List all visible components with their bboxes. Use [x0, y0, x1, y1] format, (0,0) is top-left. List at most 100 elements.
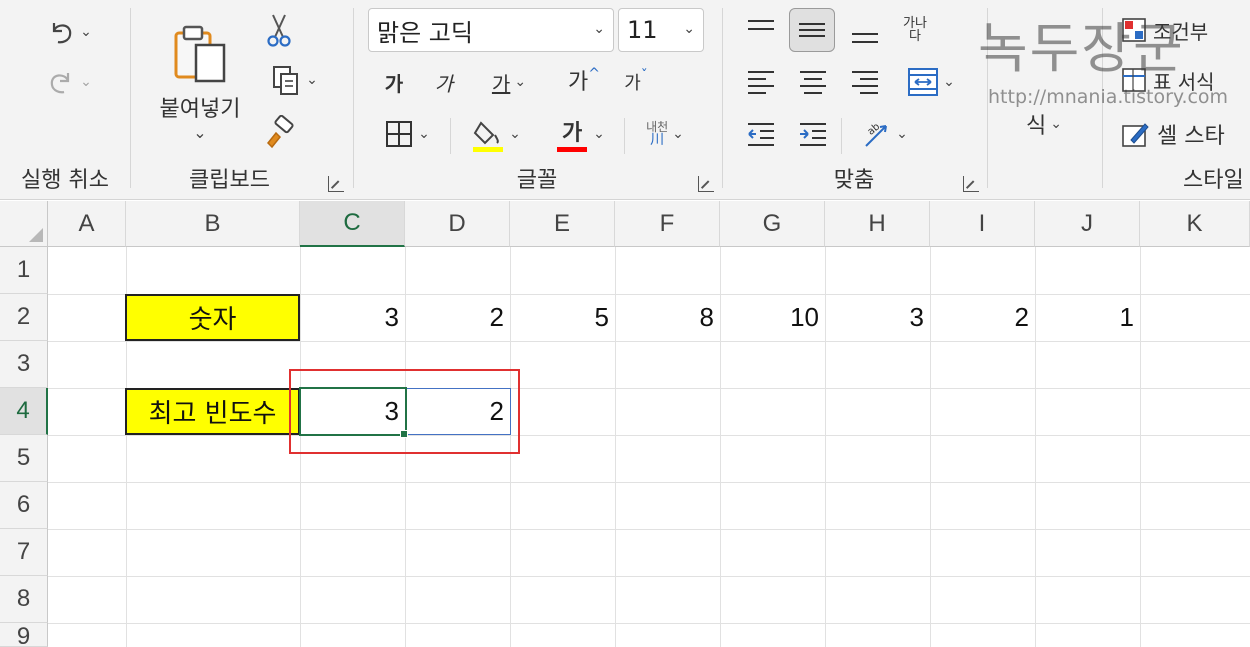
- underline-button[interactable]: 가 ⌄: [476, 64, 542, 100]
- clipboard-group-label: 클립보드: [189, 168, 270, 193]
- redo-icon: [51, 73, 70, 94]
- caret-up-icon: ^: [588, 66, 600, 82]
- row-header-5[interactable]: 5: [0, 435, 48, 482]
- chevron-down-icon: ⌄: [683, 21, 695, 37]
- font-name-select[interactable]: 맑은 고딕 ⌄: [368, 8, 614, 52]
- align-bottom-icon: [852, 33, 878, 43]
- align-middle-icon: [799, 23, 825, 37]
- cell-b4-frequency-label[interactable]: 최고 빈도수: [125, 388, 300, 435]
- alignment-group: 가나 다 ⌄ ab ⌄ 맞춤: [723, 0, 985, 200]
- column-header-a[interactable]: A: [48, 201, 126, 247]
- cell-b2-number-label[interactable]: 숫자: [125, 294, 300, 341]
- row-header-6[interactable]: 6: [0, 482, 48, 529]
- align-top-button[interactable]: [739, 8, 783, 52]
- column-header-b[interactable]: B: [126, 201, 300, 247]
- alignment-launcher-icon[interactable]: [963, 176, 979, 192]
- undo-button[interactable]: ⌄: [34, 12, 104, 52]
- align-right-icon: [852, 71, 878, 94]
- clipboard-launcher-icon[interactable]: [328, 176, 344, 192]
- conditional-format-label: 조건부: [1153, 19, 1209, 44]
- font-size-select[interactable]: 11 ⌄: [618, 8, 704, 52]
- align-left-button[interactable]: [739, 62, 783, 102]
- column-header-g[interactable]: G: [720, 201, 825, 247]
- styles-group: 조건부 표 서식 셀 스타 스타일: [1103, 0, 1250, 200]
- row-header-2[interactable]: 2: [0, 294, 48, 341]
- bold-button[interactable]: 가: [376, 64, 412, 100]
- italic-button[interactable]: 가: [426, 64, 462, 100]
- orientation-button[interactable]: ab ⌄: [849, 112, 919, 156]
- row-header-1[interactable]: 1: [0, 247, 48, 294]
- row-header-4[interactable]: 4: [0, 388, 48, 435]
- align-middle-button[interactable]: [789, 8, 835, 52]
- font-group: 맑은 고딕 ⌄ 11 ⌄ 가 가 가 ⌄ 가 ^ 가ˇ ⌄ ⌄ 가 ⌄ 내천 川…: [354, 0, 720, 200]
- column-header-h[interactable]: H: [825, 201, 930, 247]
- format-painter-button[interactable]: [259, 112, 299, 152]
- orientation-icon: ab: [865, 121, 888, 147]
- conditional-format-button[interactable]: 조건부: [1121, 12, 1250, 48]
- cell-i2[interactable]: 2: [930, 294, 1035, 341]
- cell-g2[interactable]: 10: [720, 294, 825, 341]
- redo-button[interactable]: ⌄: [34, 62, 104, 102]
- copy-button[interactable]: ⌄: [259, 60, 329, 100]
- clipboard-group: 붙여넣기 ⌄ ⌄ 클립보드: [131, 0, 350, 200]
- gridline: [48, 623, 1250, 624]
- row-header-9[interactable]: 9: [0, 623, 48, 647]
- column-header-e[interactable]: E: [510, 201, 615, 247]
- cell-d2[interactable]: 2: [405, 294, 510, 341]
- gridline: [1140, 247, 1141, 647]
- wrap-text-button[interactable]: 가나 다: [893, 8, 937, 52]
- separator: [624, 118, 625, 154]
- borders-button[interactable]: ⌄: [372, 114, 442, 154]
- number-format-button[interactable]: 식 ⌄: [1014, 104, 1074, 144]
- table-format-icon: [1122, 68, 1146, 92]
- row-header-3[interactable]: 3: [0, 341, 48, 388]
- column-header-i[interactable]: I: [930, 201, 1035, 247]
- font-size-value: 11: [627, 16, 658, 44]
- gridline: [48, 435, 1250, 436]
- styles-group-label: 스타일: [1183, 168, 1244, 193]
- select-all-corner[interactable]: [0, 201, 48, 247]
- cell-styles-button[interactable]: 셀 스타: [1121, 114, 1250, 154]
- decrease-indent-button[interactable]: [739, 114, 783, 154]
- cell-e2[interactable]: 5: [510, 294, 615, 341]
- paste-button[interactable]: 붙여넣기 ⌄: [145, 12, 255, 152]
- increase-indent-button[interactable]: [791, 114, 835, 154]
- fill-color-button[interactable]: ⌄: [460, 112, 532, 156]
- align-bottom-button[interactable]: [843, 10, 887, 54]
- column-header-c[interactable]: C: [300, 201, 405, 247]
- format-as-table-button[interactable]: 표 서식: [1121, 62, 1250, 98]
- column-header-f[interactable]: F: [615, 201, 720, 247]
- cell-j2[interactable]: 1: [1035, 294, 1140, 341]
- decrease-indent-icon: [748, 123, 774, 146]
- cell-f2[interactable]: 8: [615, 294, 720, 341]
- row-header-7[interactable]: 7: [0, 529, 48, 576]
- ribbon: ⌄ ⌄ 실행 취소 붙여넣기 ⌄ ⌄ 클립보드 맑은 고딕 ⌄ 11 ⌄ 가 가…: [0, 0, 1250, 200]
- cell-h2[interactable]: 3: [825, 294, 930, 341]
- merge-center-button[interactable]: ⌄: [893, 60, 969, 104]
- format-as-table-label: 표 서식: [1153, 69, 1215, 94]
- chevron-down-icon: ⌄: [80, 24, 92, 40]
- grow-font-glyph: 가: [568, 70, 589, 95]
- column-header-j[interactable]: J: [1035, 201, 1140, 247]
- font-launcher-icon[interactable]: [698, 176, 714, 192]
- gridline: [48, 576, 1250, 577]
- row-header-8[interactable]: 8: [0, 576, 48, 623]
- phonetic-button[interactable]: 내천 川 ⌄: [630, 112, 700, 156]
- font-color-glyph: 가: [562, 121, 583, 146]
- cell-c2[interactable]: 3: [300, 294, 405, 341]
- shrink-font-button[interactable]: 가ˇ: [616, 64, 656, 100]
- column-header-k[interactable]: K: [1140, 201, 1250, 247]
- font-color-button[interactable]: 가 ⌄: [544, 112, 616, 156]
- gridline: [48, 529, 1250, 530]
- column-header-d[interactable]: D: [405, 201, 510, 247]
- gridline: [48, 341, 1250, 342]
- cut-button[interactable]: [261, 10, 297, 50]
- underline-glyph: 가: [491, 71, 511, 96]
- italic-glyph: 가: [434, 71, 454, 96]
- grow-font-button[interactable]: 가 ^: [562, 62, 606, 98]
- align-right-button[interactable]: [843, 62, 887, 102]
- worksheet-grid[interactable]: A B C D E F G H I J K 1 2 3 4 5 6 7 8 9 …: [0, 201, 1250, 647]
- cell-styles-icon: [1122, 123, 1149, 147]
- font-group-label: 글꼴: [516, 168, 558, 193]
- align-center-button[interactable]: [791, 62, 835, 102]
